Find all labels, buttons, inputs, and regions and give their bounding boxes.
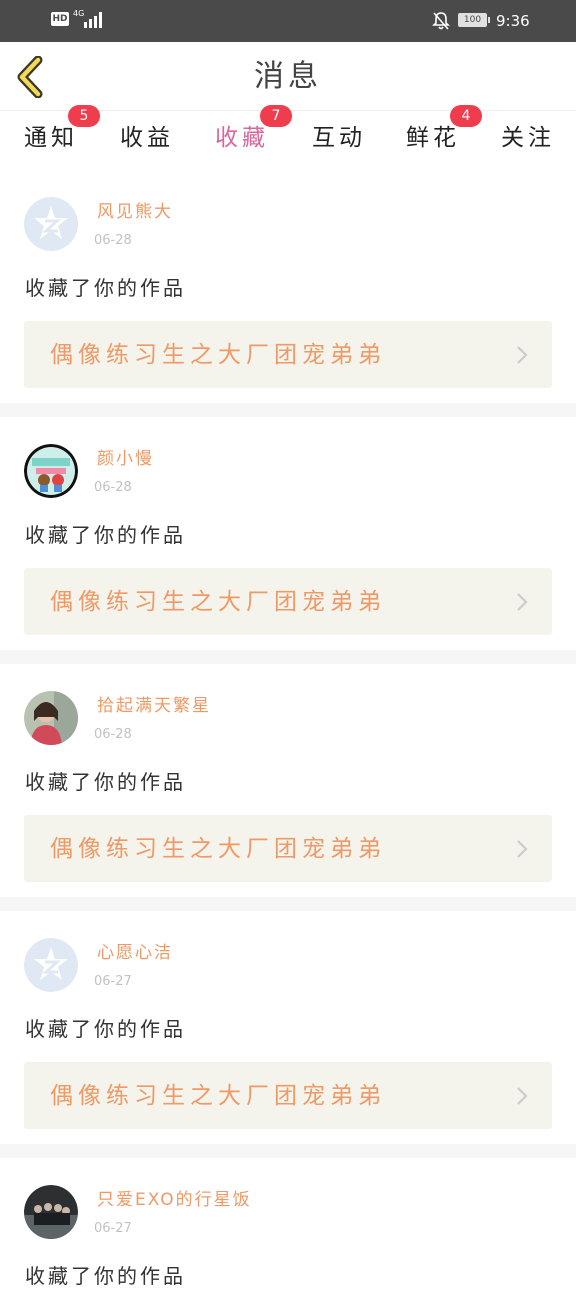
avatar[interactable] [24, 197, 78, 251]
message-date: 06-28 [94, 480, 132, 495]
signal-icon [84, 12, 102, 28]
tab-bar: 通知 5 收益 收藏 7 互动 鲜花 4 关注 [0, 105, 576, 174]
message-date: 06-27 [94, 974, 132, 989]
card-separator [0, 897, 576, 911]
cartoon-couple-avatar [24, 444, 78, 498]
work-link[interactable]: 偶像练习生之大厂团宠弟弟 [24, 815, 552, 882]
tab-label: 鲜花 [406, 125, 460, 151]
work-title: 偶像练习生之大厂团宠弟弟 [50, 342, 386, 368]
group-photo-avatar [24, 1185, 78, 1239]
avatar[interactable] [24, 691, 78, 745]
status-bar: HD 4G 100 9:36 [0, 0, 576, 42]
avatar[interactable] [24, 1185, 78, 1239]
username[interactable]: 拾起满天繁星 [97, 694, 211, 718]
message-date: 06-27 [94, 1221, 132, 1236]
chevron-right-icon [517, 1087, 528, 1105]
top-bar: 消息 [0, 42, 576, 111]
tab-earnings[interactable]: 收益 [120, 121, 174, 165]
avatar[interactable] [24, 444, 78, 498]
message-text: 收藏了你的作品 [25, 1017, 186, 1041]
battery-indicator: 100 [458, 13, 490, 27]
default-avatar-icon [24, 197, 78, 251]
tab-label: 互动 [312, 125, 366, 151]
card-separator [0, 650, 576, 664]
message-card: 颜小慢 06-28 收藏了你的作品 偶像练习生之大厂团宠弟弟 [0, 417, 576, 650]
message-date: 06-28 [94, 233, 132, 248]
tab-label: 关注 [501, 125, 555, 151]
photo-girl-avatar [24, 691, 78, 745]
message-card: 心愿心洁 06-27 收藏了你的作品 偶像练习生之大厂团宠弟弟 [0, 911, 576, 1144]
notifications-badge: 5 [68, 105, 100, 127]
card-separator [0, 403, 576, 417]
message-date: 06-28 [94, 727, 132, 742]
message-text: 收藏了你的作品 [25, 770, 186, 794]
username[interactable]: 心愿心洁 [97, 941, 173, 965]
tab-following[interactable]: 关注 [501, 121, 555, 165]
message-card: 风见熊大 06-28 收藏了你的作品 偶像练习生之大厂团宠弟弟 [0, 170, 576, 403]
tab-label: 收益 [120, 125, 174, 151]
network-label: 4G [73, 9, 85, 18]
tab-label: 收藏 [215, 125, 269, 151]
message-card: 只爱EXO的行星饭 06-27 收藏了你的作品 [0, 1158, 576, 1288]
username[interactable]: 风见熊大 [97, 200, 173, 224]
page-title: 消息 [254, 59, 322, 94]
hd-indicator: HD [51, 12, 69, 26]
chevron-right-icon [517, 593, 528, 611]
chevron-right-icon [517, 840, 528, 858]
favorites-badge: 7 [260, 105, 292, 127]
message-text: 收藏了你的作品 [25, 1264, 186, 1288]
clock: 9:36 [496, 12, 530, 30]
work-link[interactable]: 偶像练习生之大厂团宠弟弟 [24, 321, 552, 388]
work-title: 偶像练习生之大厂团宠弟弟 [50, 836, 386, 862]
work-link[interactable]: 偶像练习生之大厂团宠弟弟 [24, 568, 552, 635]
tab-favorites[interactable]: 收藏 [215, 121, 269, 174]
bell-muted-icon [432, 12, 450, 30]
username[interactable]: 只爱EXO的行星饭 [97, 1188, 252, 1212]
username[interactable]: 颜小慢 [97, 447, 154, 471]
message-text: 收藏了你的作品 [25, 276, 186, 300]
avatar[interactable] [24, 938, 78, 992]
message-card: 拾起满天繁星 06-28 收藏了你的作品 偶像练习生之大厂团宠弟弟 [0, 664, 576, 897]
tab-notifications[interactable]: 通知 [24, 121, 78, 165]
tab-label: 通知 [24, 125, 78, 151]
work-title: 偶像练习生之大厂团宠弟弟 [50, 589, 386, 615]
flowers-badge: 4 [450, 105, 482, 127]
default-avatar-icon [24, 938, 78, 992]
tab-flowers[interactable]: 鲜花 [406, 121, 460, 165]
work-title: 偶像练习生之大厂团宠弟弟 [50, 1083, 386, 1109]
tab-interactions[interactable]: 互动 [312, 121, 366, 165]
chevron-right-icon [517, 346, 528, 364]
message-text: 收藏了你的作品 [25, 523, 186, 547]
card-separator [0, 1144, 576, 1158]
work-link[interactable]: 偶像练习生之大厂团宠弟弟 [24, 1062, 552, 1129]
